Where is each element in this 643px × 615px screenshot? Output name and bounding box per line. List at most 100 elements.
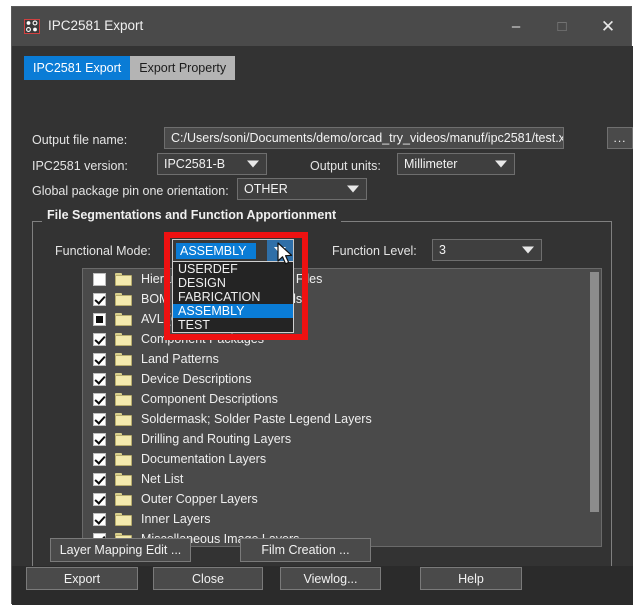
list-item-label: Inner Layers bbox=[141, 512, 211, 526]
functional-mode-value: ASSEMBLY bbox=[176, 243, 256, 259]
list-item-label: Soldermask; Solder Paste Legend Layers bbox=[141, 412, 372, 426]
version-value: IPC2581-B bbox=[164, 157, 226, 171]
close-window-button[interactable]: ✕ bbox=[585, 7, 631, 46]
list-item-checkbox[interactable] bbox=[93, 412, 106, 426]
units-value: Millimeter bbox=[404, 157, 458, 171]
dropdown-option[interactable]: ASSEMBLY bbox=[173, 304, 293, 318]
functional-mode-option-list[interactable]: USERDEF DESIGN FABRICATION ASSEMBLY TEST bbox=[172, 261, 294, 333]
chevron-down-icon bbox=[274, 247, 286, 254]
export-button[interactable]: Export bbox=[26, 567, 138, 590]
dialog-body: IPC2581 Export Export Property Output fi… bbox=[12, 46, 633, 605]
folder-icon bbox=[115, 292, 132, 306]
list-item-checkbox[interactable] bbox=[93, 392, 106, 406]
help-button[interactable]: Help bbox=[420, 567, 522, 590]
list-item-label: Drilling and Routing Layers bbox=[141, 432, 292, 446]
list-item[interactable]: Device Descriptions bbox=[83, 369, 601, 389]
group-title: File Segmentations and Function Apportio… bbox=[42, 208, 342, 222]
units-dropdown[interactable]: Millimeter bbox=[397, 153, 515, 175]
orientation-value: OTHER bbox=[244, 182, 288, 196]
functional-mode-dropdown[interactable]: ASSEMBLY bbox=[172, 239, 294, 262]
list-item[interactable]: Soldermask; Solder Paste Legend Layers bbox=[83, 409, 601, 429]
list-item[interactable]: Net List bbox=[83, 469, 601, 489]
viewlog-button[interactable]: Viewlog... bbox=[280, 567, 381, 590]
list-item-checkbox[interactable] bbox=[93, 372, 106, 386]
list-item[interactable]: Documentation Layers bbox=[83, 449, 601, 469]
folder-icon bbox=[115, 332, 132, 346]
folder-icon bbox=[115, 392, 132, 406]
list-item-checkbox[interactable] bbox=[93, 492, 106, 506]
list-item-checkbox[interactable] bbox=[93, 472, 106, 486]
browse-button[interactable]: ... bbox=[607, 127, 633, 149]
chevron-down-icon bbox=[347, 185, 359, 193]
folder-icon bbox=[115, 432, 132, 446]
version-label: IPC2581 version: bbox=[32, 159, 128, 173]
list-scrollbar-track[interactable] bbox=[590, 270, 600, 546]
list-scrollbar-thumb[interactable] bbox=[590, 272, 599, 512]
output-file-input[interactable]: C:/Users/soni/Documents/demo/orcad_try_v… bbox=[164, 127, 564, 149]
chevron-down-icon bbox=[522, 246, 534, 254]
list-item[interactable]: Land Patterns bbox=[83, 349, 601, 369]
list-item-label: Net List bbox=[141, 472, 184, 486]
dropdown-option[interactable]: USERDEF bbox=[173, 262, 293, 276]
version-dropdown[interactable]: IPC2581-B bbox=[157, 153, 267, 175]
segmentation-list[interactable]: Hierarchical Design Source FilesBOM Comp… bbox=[82, 268, 602, 547]
functional-mode-dropdown-arrow[interactable] bbox=[267, 240, 293, 261]
dropdown-option[interactable]: FABRICATION bbox=[173, 290, 293, 304]
list-item[interactable]: AVL (Component Vendors) bbox=[83, 309, 601, 329]
window-title: IPC2581 Export bbox=[48, 18, 144, 33]
orientation-label: Global package pin one orientation: bbox=[32, 184, 229, 198]
maximize-button[interactable]: □ bbox=[539, 7, 585, 46]
folder-icon bbox=[115, 412, 132, 426]
output-file-label: Output file name: bbox=[32, 133, 128, 147]
chevron-down-icon bbox=[495, 160, 507, 168]
dropdown-option[interactable]: DESIGN bbox=[173, 276, 293, 290]
folder-icon bbox=[115, 472, 132, 486]
title-bar: IPC2581 Export – □ ✕ bbox=[12, 7, 631, 46]
folder-icon bbox=[115, 352, 132, 366]
units-label: Output units: bbox=[310, 159, 381, 173]
functional-mode-label: Functional Mode: bbox=[55, 244, 151, 258]
chevron-down-icon bbox=[247, 160, 259, 168]
list-item-label: Land Patterns bbox=[141, 352, 219, 366]
tab-strip: IPC2581 Export Export Property bbox=[24, 56, 236, 80]
list-item-label: Documentation Layers bbox=[141, 452, 267, 466]
list-item[interactable]: Outer Copper Layers bbox=[83, 489, 601, 509]
ipc2581-export-window: IPC2581 Export – □ ✕ IPC2581 Export Expo… bbox=[11, 6, 633, 605]
list-item-label: Device Descriptions bbox=[141, 372, 252, 386]
dropdown-option[interactable]: TEST bbox=[173, 318, 293, 332]
list-item[interactable]: Drilling and Routing Layers bbox=[83, 429, 601, 449]
list-item-label: Component Packages bbox=[141, 332, 264, 346]
list-item[interactable]: Component Descriptions bbox=[83, 389, 601, 409]
folder-icon bbox=[115, 272, 132, 286]
list-item-label: Component Descriptions bbox=[141, 392, 278, 406]
layer-mapping-edit-button[interactable]: Layer Mapping Edit ... bbox=[50, 538, 191, 562]
list-item[interactable]: Inner Layers bbox=[83, 509, 601, 529]
list-item-label: Outer Copper Layers bbox=[141, 492, 258, 506]
function-level-value: 3 bbox=[439, 243, 446, 257]
folder-icon bbox=[115, 452, 132, 466]
list-item-checkbox[interactable] bbox=[93, 432, 106, 446]
list-item-checkbox[interactable] bbox=[93, 512, 106, 526]
folder-icon bbox=[115, 512, 132, 526]
tab-ipc2581-export[interactable]: IPC2581 Export bbox=[24, 56, 131, 80]
list-item[interactable]: Component Packages bbox=[83, 329, 601, 349]
orientation-dropdown[interactable]: OTHER bbox=[237, 178, 367, 200]
close-button[interactable]: Close bbox=[153, 567, 263, 590]
list-item-checkbox[interactable] bbox=[93, 352, 106, 366]
folder-icon bbox=[115, 312, 132, 326]
film-creation-button[interactable]: Film Creation ... bbox=[240, 538, 371, 562]
folder-icon bbox=[115, 372, 132, 386]
list-item-checkbox[interactable] bbox=[93, 292, 106, 306]
list-item-checkbox[interactable] bbox=[93, 312, 106, 326]
function-level-label: Function Level: bbox=[332, 244, 417, 258]
function-level-dropdown[interactable]: 3 bbox=[432, 239, 542, 261]
folder-icon bbox=[115, 492, 132, 506]
list-item[interactable]: BOM Components (Materials) bbox=[83, 289, 601, 309]
tab-export-property[interactable]: Export Property bbox=[130, 56, 236, 80]
screenshot-root: IPC2581 Export – □ ✕ IPC2581 Export Expo… bbox=[0, 0, 643, 615]
list-item-checkbox[interactable] bbox=[93, 332, 106, 346]
minimize-button[interactable]: – bbox=[493, 7, 539, 46]
list-item-checkbox[interactable] bbox=[93, 452, 106, 466]
list-item[interactable]: Hierarchical Design Source Files bbox=[83, 269, 601, 289]
list-item-checkbox[interactable] bbox=[93, 272, 106, 286]
